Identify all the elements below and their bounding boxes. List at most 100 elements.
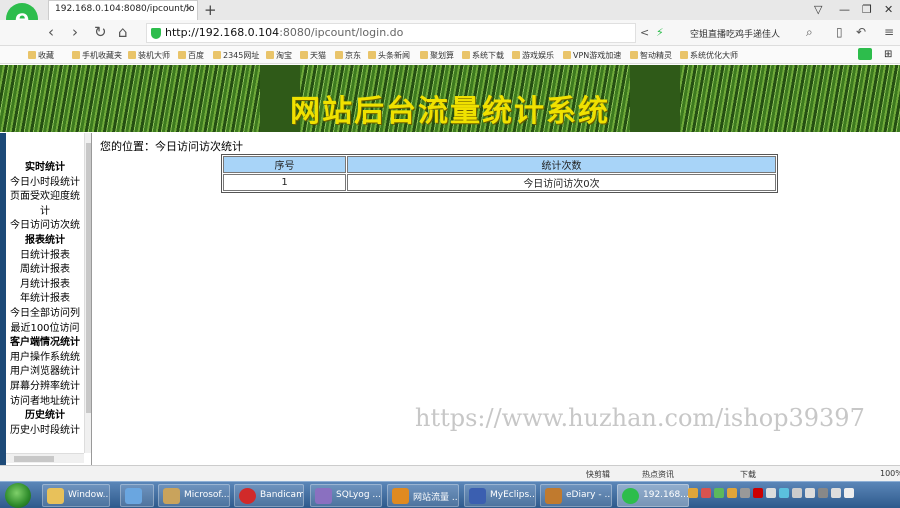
bookmark-item[interactable]: 系统优化大师 [680,50,738,61]
sidebar-link[interactable]: 年统计报表 [6,292,84,307]
tab-close-icon[interactable]: ✕ [185,4,193,15]
banner-title: 网站后台流量统计系统 [290,94,610,129]
search-icon[interactable]: ⌕ [806,25,813,40]
sidebar-link[interactable]: 计 [6,205,84,220]
sidebar-link[interactable]: 今日小时段统计 [6,176,84,191]
bookmark-item[interactable]: 淘宝 [266,50,292,61]
bookmark-item[interactable]: VPN游戏加速 [563,50,621,61]
bookmark-item[interactable]: 装机大师 [128,50,170,61]
browser-tab-strip: 192.168.0.104:8080/ipcount/lo ✕ + ▽ — ❐ … [0,0,900,20]
back-icon[interactable]: ‹ [48,23,54,41]
sidebar-link[interactable]: 月统计报表 [6,278,84,293]
windows-taskbar: Window... Microsof... Bandicam SQLyog ..… [0,481,900,508]
system-tray[interactable] [688,488,900,504]
office-icon [163,488,180,504]
breadcrumb: 您的位置：今日访问访次统计 [100,140,243,153]
reading-icon[interactable]: ▯ [836,25,843,39]
navigation-bar: ‹ › ↻ ⌂ http://192.168.0.104:8080/ipcoun… [0,20,900,46]
bookmark-item[interactable]: 游戏娱乐 [512,50,554,61]
sidebar-section-heading: 实时统计 [25,162,65,173]
sidebar-link[interactable]: 用户浏览器统计 [6,365,84,380]
watermark: https://www.huzhan.com/ishop39397 [415,404,865,432]
sidebar-link[interactable]: 今日访问访次统 [6,219,84,234]
bookmark-item[interactable]: 手机收藏夹 [72,50,122,61]
taskbar-item[interactable]: SQLyog ... [310,484,382,507]
taskbar-item[interactable]: Bandicam [234,484,304,507]
sidebar-menu: 实时统计今日小时段统计 页面受欢迎度统计今日访问访次统 报表统计日统计报表 周统计报表… [0,133,92,465]
taskbar-item[interactable]: MyEclips... [464,484,536,507]
new-tab-icon[interactable]: + [204,1,217,19]
sidebar-link[interactable]: 访问者地址统计 [6,395,84,410]
browser-tab[interactable]: 192.168.0.104:8080/ipcount/lo ✕ [48,0,198,20]
shield-icon [151,28,161,39]
maximize-icon[interactable]: ❐ [862,3,872,16]
sidebar-section-heading: 客户端情况统计 [10,337,80,349]
home-icon[interactable]: ⌂ [118,23,128,41]
menu-icon[interactable]: ≡ [884,25,894,39]
bookmark-item[interactable]: 京东 [335,50,361,61]
taskbar-item[interactable]: 192.168... [617,484,689,507]
app-icon[interactable] [858,48,872,60]
skin-icon[interactable]: ▽ [814,3,822,16]
minimize-icon[interactable]: — [839,3,850,16]
bookmarks-bar: 收藏 手机收藏夹 装机大师 百度 2345网址 淘宝 天猫 京东 头条新闻 聚划… [0,46,900,64]
sidebar-link[interactable]: 周统计报表 [6,263,84,278]
status-item[interactable]: 快剪辑 [586,469,610,480]
bookmark-item[interactable]: 系统下载 [462,50,504,61]
url-host: http://192.168.0.104 [165,26,280,39]
status-item[interactable]: 热点资讯 [642,469,674,480]
sidebar-link[interactable]: 最近100位访问 [6,322,84,337]
share-icon[interactable]: < [640,26,649,39]
browser-icon [622,488,639,504]
address-bar[interactable]: http://192.168.0.104:8080/ipcount/login.… [146,23,636,43]
reload-icon[interactable]: ↻ [94,23,107,41]
undo-icon[interactable]: ↶ [856,25,866,39]
zoom-level[interactable]: 100% [880,469,900,478]
site-banner: 网站后台流量统计系统 [0,65,900,132]
record-icon [239,488,256,504]
sidebar-link[interactable]: 今日全部访问列 [6,307,84,322]
eclipse-icon [469,488,486,504]
forward-icon[interactable]: › [72,23,78,41]
dolphin-icon [315,488,332,504]
column-header: 序号 [223,156,346,173]
stats-table: 序号 统计次数 1 今日访问访次0次 [221,154,778,193]
sidebar-link[interactable]: 屏幕分辨率统计 [6,380,84,395]
bird-icon [125,488,142,504]
grid-icon[interactable]: ⊞ [884,49,892,60]
status-item[interactable]: 下载 [740,469,756,480]
horizontal-scrollbar[interactable] [6,453,84,463]
table-cell: 1 [223,174,346,191]
bookmark-item[interactable]: 头条新闻 [368,50,410,61]
start-button[interactable] [5,483,31,508]
close-window-icon[interactable]: ✕ [884,3,893,16]
sidebar-section-heading: 报表统计 [25,234,65,246]
scroll-thumb[interactable] [14,456,54,462]
column-header: 统计次数 [347,156,776,173]
table-cell: 今日访问访次0次 [347,174,776,191]
taskbar-item[interactable]: eDiary - ... [540,484,612,507]
bookmark-item[interactable]: 智动精灵 [630,50,672,61]
lightning-icon[interactable]: ⚡ [656,26,664,39]
sidebar-link[interactable]: 用户操作系统统 [6,351,84,366]
bookmark-item[interactable]: 收藏 [28,50,54,61]
search-box[interactable]: 空姐直播吃鸡手递佳人 [690,23,820,43]
bookmark-item[interactable]: 天猫 [300,50,326,61]
table-row: 1 今日访问访次0次 [223,174,776,191]
taskbar-item[interactable]: Microsof... [158,484,230,507]
book-icon [545,488,562,504]
folder-icon [47,488,64,504]
taskbar-item[interactable]: Window... [42,484,110,507]
bookmark-item[interactable]: 百度 [178,50,204,61]
taskbar-item[interactable] [120,484,154,507]
sidebar-link[interactable]: 页面受欢迎度统 [6,190,84,205]
sidebar-link[interactable]: 日统计报表 [6,249,84,264]
sidebar-section-heading: 历史统计 [25,410,65,422]
status-bar: 快剪辑 热点资讯 下载 100% [0,465,900,481]
taskbar-item[interactable]: 网站流量 ... [387,484,459,507]
scroll-thumb[interactable] [86,143,91,413]
bookmark-item[interactable]: 聚划算 [420,50,454,61]
vertical-scrollbar[interactable] [84,133,91,453]
sidebar-link[interactable]: 历史小时段统计 [6,424,84,439]
bookmark-item[interactable]: 2345网址 [213,50,259,61]
